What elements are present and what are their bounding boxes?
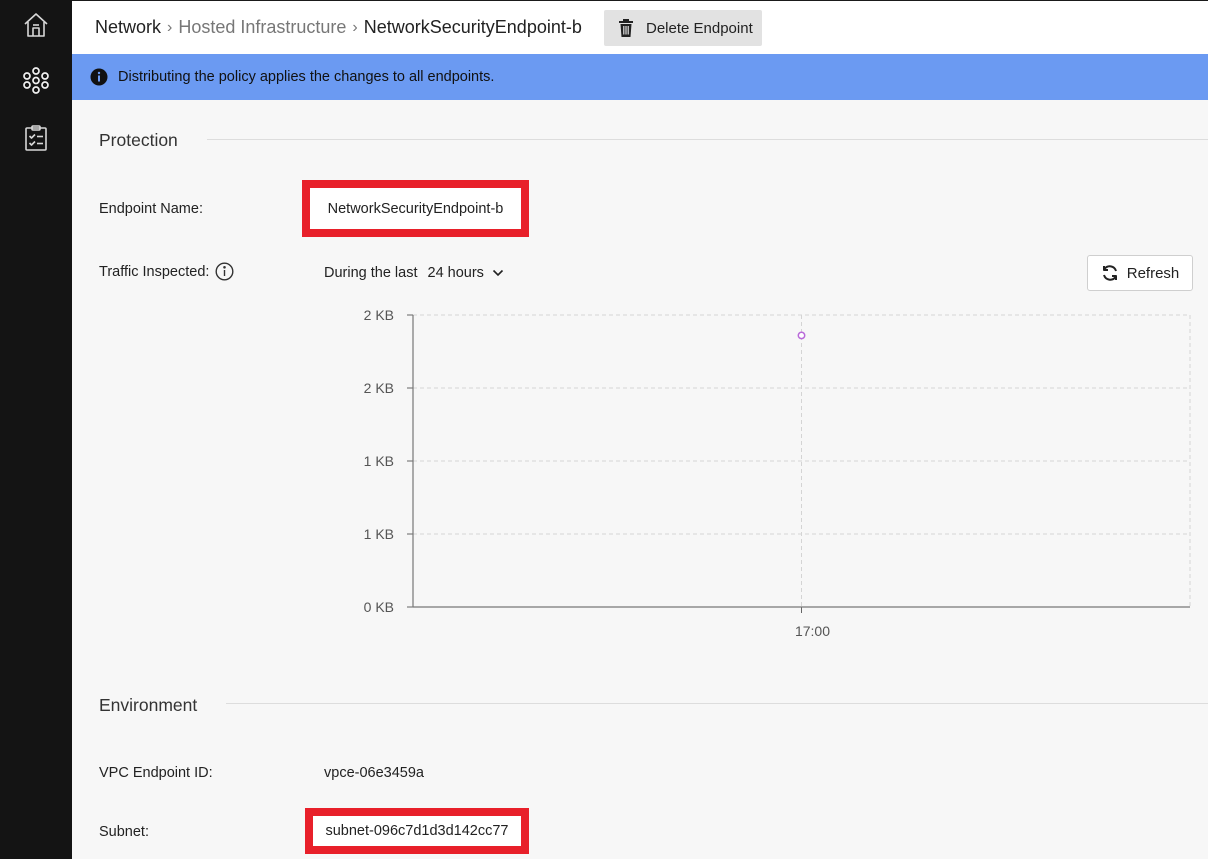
delete-endpoint-label: Delete Endpoint [646, 19, 753, 37]
environment-divider [226, 703, 1208, 704]
chevron-down-icon [492, 269, 504, 277]
traffic-chart: 0 KB 1 KB 1 KB 2 KB 2 KB 17:00 [364, 307, 1191, 639]
home-icon[interactable] [22, 11, 50, 39]
time-range-value: 24 hours [427, 265, 484, 281]
refresh-label: Refresh [1126, 264, 1180, 282]
vpc-endpoint-id-label: VPC Endpoint ID: [99, 765, 213, 781]
chart-y-tick-label: 0 KB [364, 599, 394, 615]
breadcrumb-network[interactable]: Network [95, 17, 161, 38]
chart-y-tick-label: 1 KB [364, 526, 394, 542]
chart-y-tick-label: 2 KB [364, 307, 394, 323]
protection-divider [207, 139, 1208, 140]
breadcrumb-hosted-infrastructure[interactable]: Hosted Infrastructure [178, 17, 346, 38]
network-icon[interactable] [22, 66, 50, 94]
chart-y-tick-label: 1 KB [364, 453, 394, 469]
sidebar [0, 0, 72, 859]
time-range: During the last 24 hours [324, 265, 504, 281]
chart-data-point [797, 331, 806, 340]
breadcrumb: Network › Hosted Infrastructure › Networ… [95, 17, 582, 38]
breadcrumb-separator-icon: › [167, 18, 173, 36]
subnet-value: subnet-096c7d1d3d142cc77 [305, 808, 529, 854]
info-banner: Distributing the policy applies the chan… [72, 54, 1208, 100]
endpoint-name-value: NetworkSecurityEndpoint-b [302, 180, 529, 237]
chart-y-tick-label: 2 KB [364, 380, 394, 396]
protection-section-title: Protection [99, 130, 178, 150]
checklist-icon[interactable] [22, 124, 50, 152]
breadcrumb-separator-icon: › [352, 18, 358, 36]
subnet-label: Subnet: [99, 824, 149, 840]
environment-section-title: Environment [99, 695, 198, 715]
breadcrumb-current: NetworkSecurityEndpoint-b [363, 17, 582, 37]
refresh-button[interactable]: Refresh [1087, 255, 1193, 291]
vpc-endpoint-id-value: vpce-06e3459a [324, 765, 424, 781]
endpoint-name-label: Endpoint Name: [99, 201, 203, 217]
info-icon[interactable] [215, 262, 234, 281]
delete-endpoint-button[interactable]: Delete Endpoint [604, 10, 762, 46]
refresh-icon [1102, 265, 1117, 281]
chart-x-tick-label: 17:00 [795, 623, 830, 639]
time-range-dropdown[interactable]: 24 hours [428, 265, 504, 281]
trash-icon [619, 19, 633, 37]
traffic-inspected-label: Traffic Inspected: [99, 264, 210, 280]
info-filled-icon [90, 68, 108, 86]
banner-message: Distributing the policy applies the chan… [118, 69, 495, 85]
page-header: Network › Hosted Infrastructure › Networ… [72, 0, 1208, 54]
time-range-prefix: During the last [324, 265, 418, 281]
